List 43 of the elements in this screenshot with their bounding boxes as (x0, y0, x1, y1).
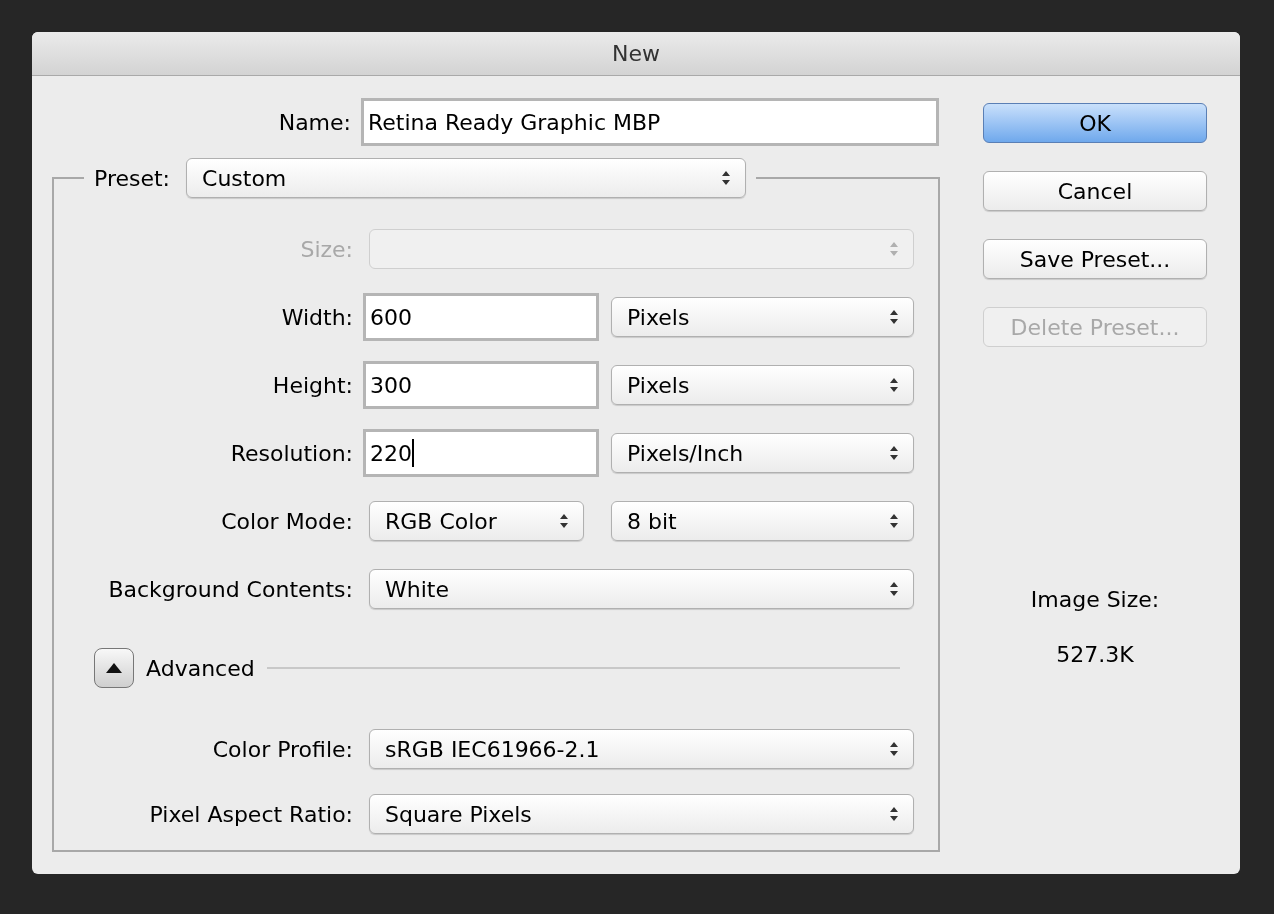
name-input[interactable]: Retina Ready Graphic MBP (361, 98, 939, 146)
dialog-button[interactable]: Save Preset... (983, 239, 1207, 279)
up-down-arrows-icon (889, 445, 899, 461)
field-label: Pixel Aspect Ratio: (148, 800, 353, 829)
up-down-arrows-icon (889, 741, 899, 757)
window-title: New (612, 40, 660, 68)
up-down-arrows-icon (889, 806, 899, 822)
dropdown[interactable]: Custom (186, 158, 746, 198)
dialog-button[interactable]: OK (983, 103, 1207, 143)
field-label: Color Mode: (220, 507, 353, 536)
up-down-arrows-icon (889, 377, 899, 393)
field-label: Width: (280, 303, 353, 332)
up-down-arrows-icon (889, 581, 899, 597)
dropdown[interactable]: RGB Color (369, 501, 584, 541)
disclosure-button[interactable] (94, 648, 134, 688)
triangle-icon (105, 662, 123, 674)
up-down-arrows-icon (721, 170, 731, 186)
text-cursor (412, 439, 414, 467)
up-down-arrows-icon (559, 513, 569, 529)
image-size-label: Image Size: (1030, 586, 1160, 614)
up-down-arrows-icon (889, 513, 899, 529)
field-label: Size: (299, 235, 353, 264)
field-label: Resolution: (229, 439, 353, 468)
dropdown[interactable]: Pixels (611, 365, 914, 405)
dropdown[interactable]: sRGB IEC61966-2.1 (369, 729, 914, 769)
field-label: Background Contents: (107, 575, 353, 604)
field-label: Color Profile: (211, 735, 353, 764)
field-label: Height: (271, 371, 353, 400)
dropdown[interactable]: Square Pixels (369, 794, 914, 834)
dropdown[interactable]: Pixels/Inch (611, 433, 914, 473)
up-down-arrows-icon (889, 309, 899, 325)
dropdown[interactable]: White (369, 569, 914, 609)
field-label: Preset: (94, 164, 170, 193)
field-label: Name: (277, 108, 351, 137)
image-size-value: 527.3K (1056, 641, 1134, 669)
text-input[interactable]: 600 (363, 293, 599, 341)
dropdown[interactable]: Pixels (611, 297, 914, 337)
dialog-button[interactable]: Cancel (983, 171, 1207, 211)
up-down-arrows-icon (889, 241, 899, 257)
text-input[interactable]: 220 (363, 429, 599, 477)
section-label: Advanced (146, 654, 255, 683)
dropdown[interactable]: 8 bit (611, 501, 914, 541)
text-input[interactable]: 300 (363, 361, 599, 409)
